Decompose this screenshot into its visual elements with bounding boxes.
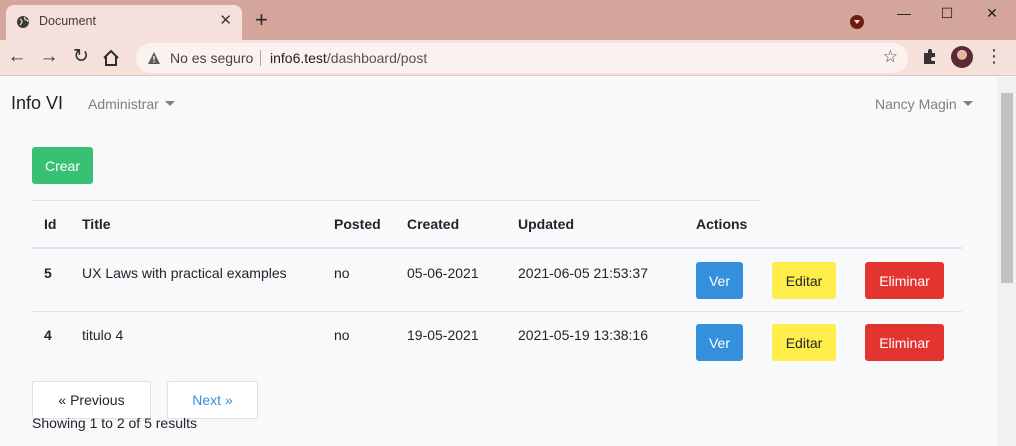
- edit-button[interactable]: Editar: [772, 262, 836, 299]
- delete-button[interactable]: Eliminar: [865, 262, 944, 299]
- column-header-posted: Posted: [334, 216, 381, 232]
- cell-posted: no: [334, 327, 350, 343]
- browser-tab[interactable]: Document ✕: [6, 5, 242, 40]
- browser-toolbar: ← → ↻ No es seguro info6.test/dashboard/…: [0, 40, 1016, 76]
- maximize-button[interactable]: ☐: [927, 2, 967, 26]
- pagination-summary: Showing 1 to 2 of 5 results: [32, 415, 197, 431]
- cell-updated: 2021-06-05 21:53:37: [518, 265, 648, 281]
- bookmark-star-icon[interactable]: ☆: [883, 48, 898, 66]
- create-post-button[interactable]: Crear: [32, 147, 93, 184]
- tab-title: Document: [39, 14, 96, 28]
- user-menu-dropdown[interactable]: Nancy Magin: [875, 96, 973, 112]
- url-host: info6.test: [270, 50, 327, 66]
- column-header-id: Id: [44, 216, 57, 232]
- column-header-created: Created: [407, 216, 460, 232]
- admin-menu-dropdown[interactable]: Administrar: [88, 96, 175, 112]
- pagination-previous[interactable]: « Previous: [32, 381, 151, 419]
- minimize-button[interactable]: —: [884, 2, 924, 26]
- view-button[interactable]: Ver: [696, 324, 743, 361]
- brand-logo[interactable]: Info VI: [11, 93, 63, 114]
- omnibox-divider: [260, 50, 261, 66]
- page-content: Info VI Administrar Nancy Magin Crear Id…: [0, 77, 998, 446]
- browser-tab-strip: Document ✕ + — ☐ ✕: [0, 0, 1016, 40]
- column-header-title: Title: [82, 216, 111, 232]
- table-top-border: [32, 200, 760, 201]
- cell-title: titulo 4: [82, 327, 124, 343]
- view-button[interactable]: Ver: [696, 262, 743, 299]
- user-menu-label: Nancy Magin: [875, 96, 957, 112]
- media-indicator-icon[interactable]: [850, 15, 864, 29]
- url-path: /dashboard/post: [326, 50, 428, 66]
- cell-title: UX Laws with practical examples: [82, 265, 287, 281]
- browser-menu-icon[interactable]: ⋮: [985, 45, 1003, 67]
- globe-icon: [17, 16, 29, 28]
- forward-arrow-icon[interactable]: →: [37, 46, 61, 70]
- pagination-next[interactable]: Next »: [167, 381, 258, 419]
- row-divider: [32, 311, 962, 312]
- cell-id: 5: [44, 265, 52, 281]
- edit-button[interactable]: Editar: [772, 324, 836, 361]
- tab-close-icon[interactable]: ✕: [219, 12, 232, 30]
- caret-down-icon: [962, 101, 973, 106]
- table-header-border: [32, 247, 962, 249]
- column-header-updated: Updated: [518, 216, 574, 232]
- cell-updated: 2021-05-19 13:38:16: [518, 327, 648, 343]
- new-tab-button[interactable]: +: [255, 8, 268, 32]
- security-label[interactable]: No es seguro: [170, 50, 253, 66]
- home-icon[interactable]: [101, 48, 121, 68]
- window-close-button[interactable]: ✕: [972, 2, 1012, 26]
- warning-icon[interactable]: [147, 51, 161, 65]
- reload-icon[interactable]: ↻: [69, 46, 93, 70]
- cell-created: 05-06-2021: [407, 265, 479, 281]
- cell-created: 19-05-2021: [407, 327, 479, 343]
- app-navbar: Info VI Administrar Nancy Magin: [0, 77, 998, 129]
- back-arrow-icon[interactable]: ←: [5, 46, 29, 70]
- extensions-puzzle-icon[interactable]: [920, 47, 940, 67]
- delete-button[interactable]: Eliminar: [865, 324, 944, 361]
- column-header-actions: Actions: [696, 216, 748, 232]
- url-text[interactable]: info6.test/dashboard/post: [270, 50, 427, 66]
- profile-avatar[interactable]: [951, 46, 973, 68]
- admin-menu-label: Administrar: [88, 96, 159, 112]
- scrollbar-thumb[interactable]: [1001, 93, 1013, 283]
- cell-id: 4: [44, 327, 52, 343]
- address-bar[interactable]: No es seguro info6.test/dashboard/post ☆: [136, 43, 908, 73]
- cell-posted: no: [334, 265, 350, 281]
- caret-down-icon: [164, 101, 175, 106]
- page-scrollbar[interactable]: [998, 77, 1016, 446]
